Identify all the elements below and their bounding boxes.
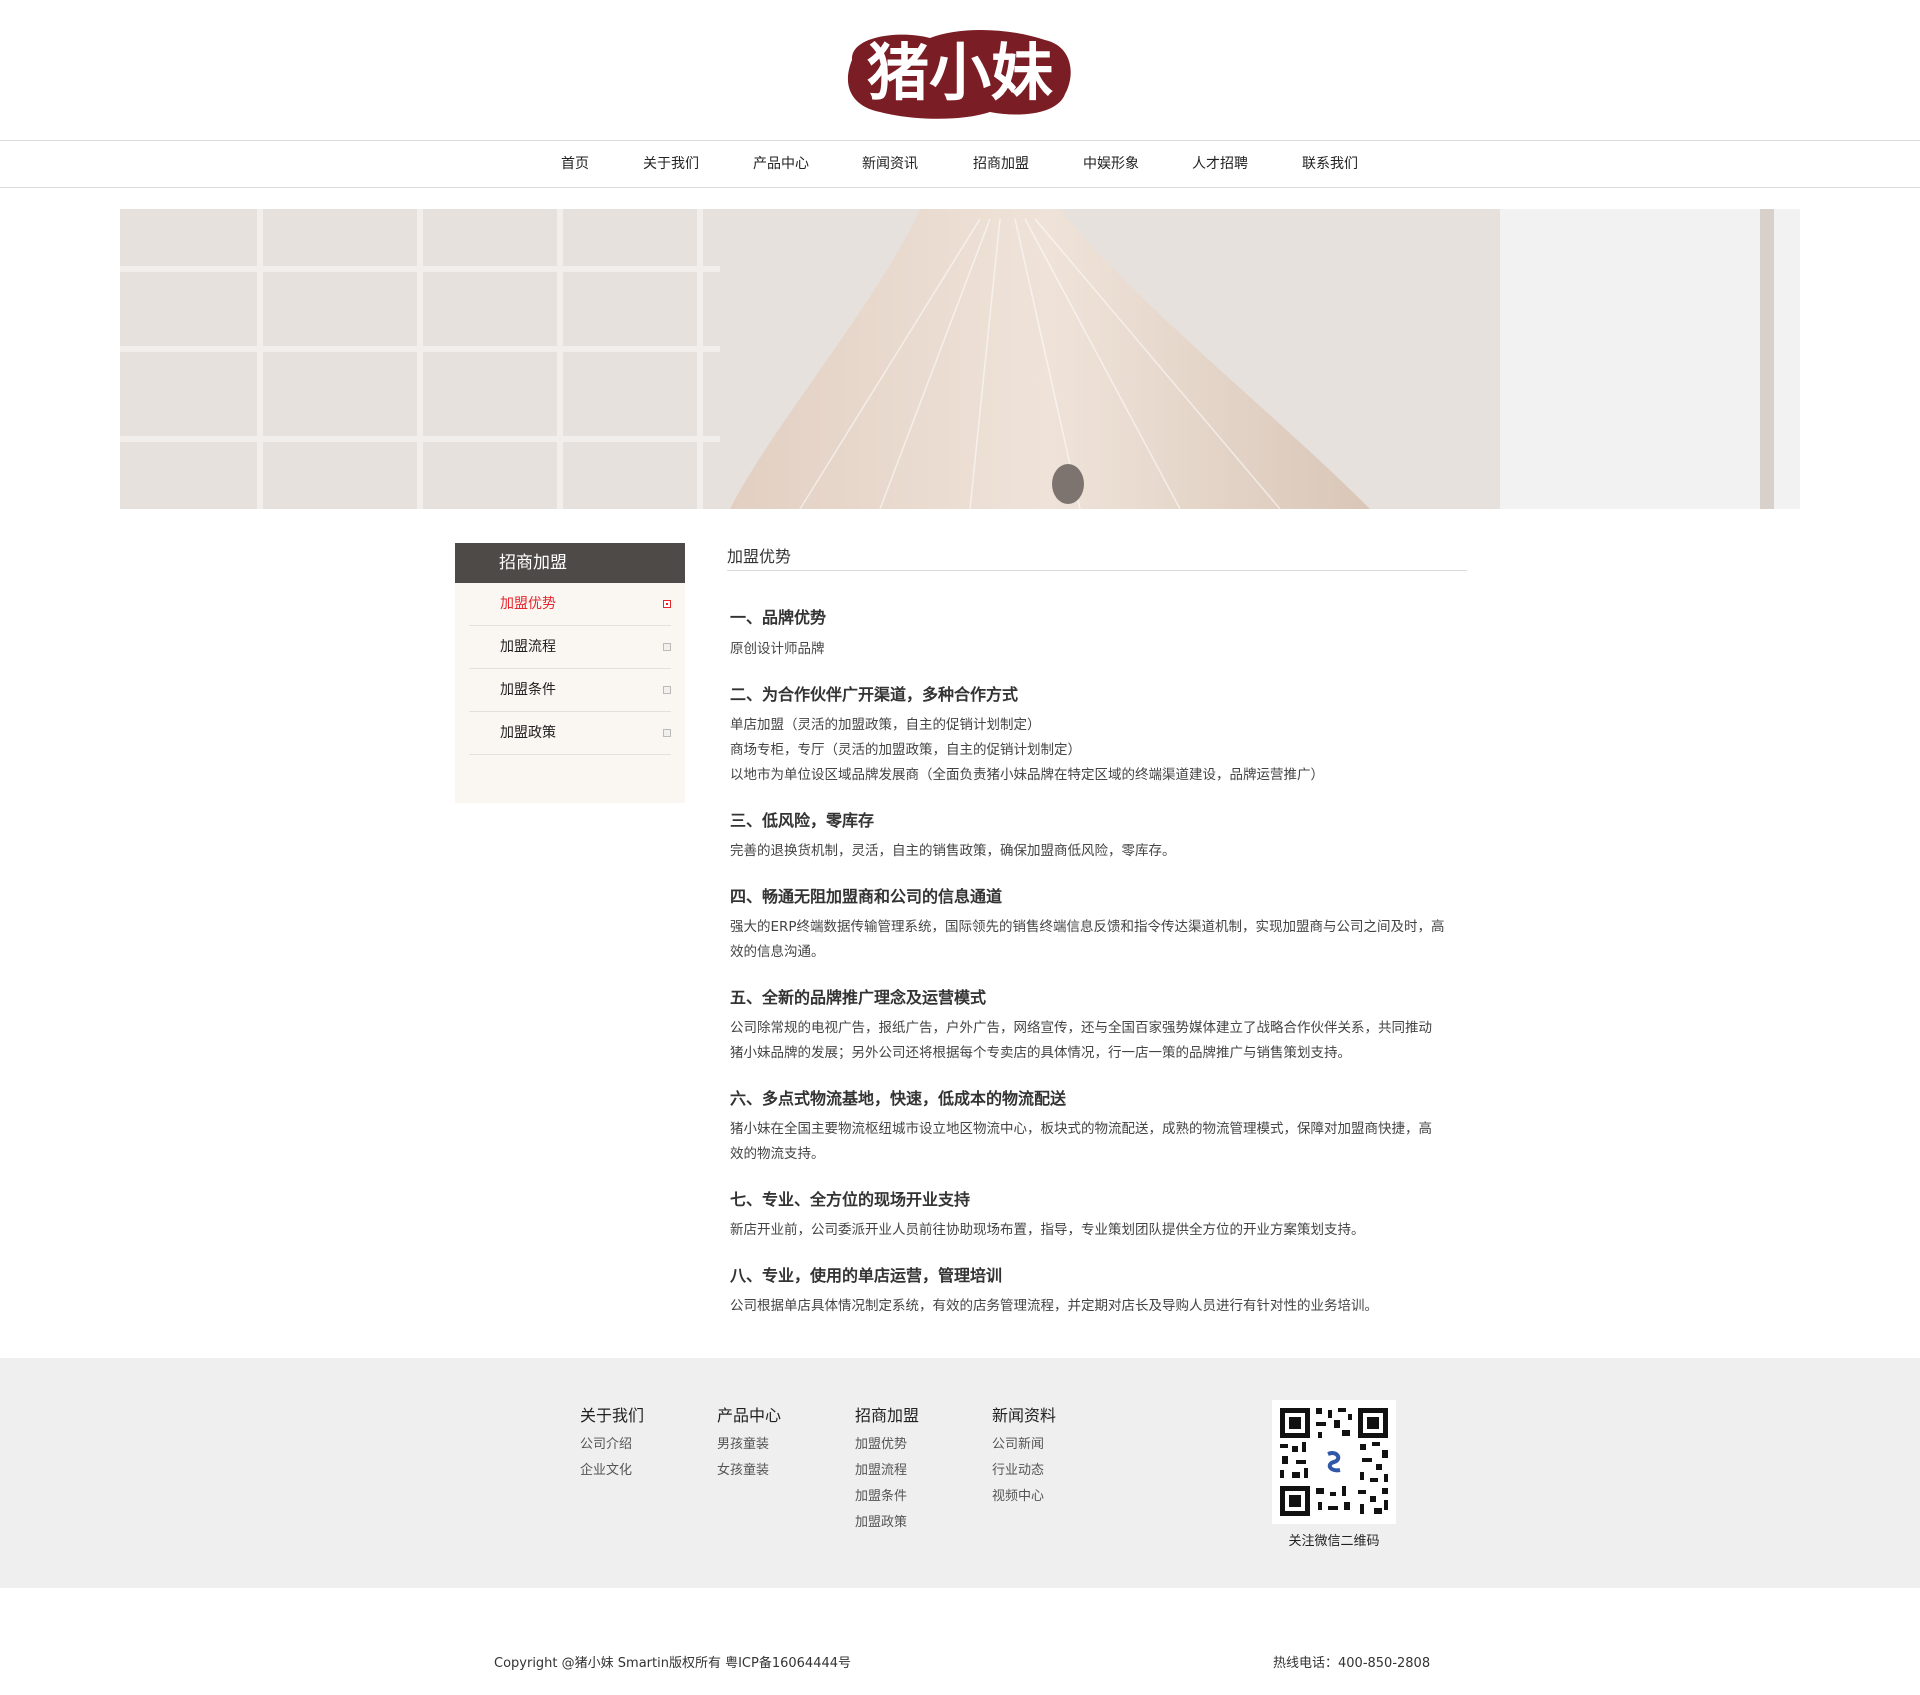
copyright-text: Copyright @猪小妹 Smartin版权所有 粤ICP备16064444… [494,1656,852,1671]
sidebar-item-conditions[interactable]: 加盟条件 [469,669,671,712]
footer-column-franchise: 招商加盟 加盟优势 加盟流程 加盟条件 加盟政策 [855,1402,919,1536]
footer-link[interactable]: 公司新闻 [992,1432,1056,1458]
sidebar: 招商加盟 加盟优势 加盟流程 加盟条件 加盟政策 [455,543,685,803]
footer-column-about: 关于我们 公司介绍 企业文化 [580,1402,644,1484]
section-heading: 六、多点式物流基地，快速，低成本的物流配送 [730,1089,1067,1108]
hero-banner-image [120,209,1800,509]
footer-link[interactable]: 行业动态 [992,1458,1056,1484]
footer-column-news: 新闻资料 公司新闻 行业动态 视频中心 [992,1402,1056,1510]
footer-column-title: 新闻资料 [992,1406,1057,1425]
section-text: 强大的ERP终端数据传输管理系统，国际领先的销售终端信息反馈和指令传达渠道机制，… [730,919,1445,935]
section-text: 商场专柜，专厅（灵活的加盟政策，自主的促销计划制定） [730,742,1081,758]
section-heading: 二、为合作伙伴广开渠道，多种合作方式 [730,685,1019,704]
section-text: 公司根据单店具体情况制定系统，有效的店务管理流程，并定期对店长及导购人员进行有针… [730,1298,1378,1314]
footer-column-title: 关于我们 [580,1406,645,1425]
section-text: 以地市为单位设区域品牌发展商（全面负责猪小妹品牌在特定区域的终端渠道建设，品牌运… [730,767,1324,783]
square-bullet-icon [663,729,671,737]
section-text: 完善的退换货机制，灵活，自主的销售政策，确保加盟商低风险，零库存。 [730,843,1176,859]
sidebar-list: 加盟优势 加盟流程 加盟条件 加盟政策 [455,583,685,755]
sidebar-item-advantages[interactable]: 加盟优势 [469,583,671,626]
qr-code-label: 关注微信二维码 [1288,1534,1380,1549]
main-nav: 首页 关于我们 产品中心 新闻资讯 招商加盟 中娱形象 人才招聘 联系我们 [0,140,1920,188]
nav-item-news[interactable]: 新闻资讯 [855,141,925,187]
sidebar-title: 招商加盟 [455,543,685,583]
svg-text:猪小妹: 猪小妹 [867,36,1053,109]
footer-link[interactable]: 加盟条件 [855,1484,919,1510]
sidebar-item-process[interactable]: 加盟流程 [469,626,671,669]
section-text: 新店开业前，公司委派开业人员前往协助现场布置，指导，专业策划团队提供全方位的开业… [730,1222,1365,1238]
nav-item-home[interactable]: 首页 [550,141,600,187]
sidebar-item-policies[interactable]: 加盟政策 [469,712,671,755]
square-bullet-icon [663,686,671,694]
main-content: 加盟优势 一、品牌优势 原创设计师品牌 二、为合作伙伴广开渠道，多种合作方式 单… [727,543,1467,1314]
site-footer: 关于我们 公司介绍 企业文化 产品中心 男孩童装 女孩童装 招商加盟 加盟优势 … [0,1358,1920,1588]
footer-column-title: 招商加盟 [855,1406,920,1425]
brand-logo[interactable]: 猪小妹 [840,22,1080,122]
footer-column-products: 产品中心 男孩童装 女孩童装 [717,1402,781,1484]
hotline-text: 热线电话：400-850-2808 [1273,1656,1431,1671]
sidebar-item-label: 加盟优势 [500,596,556,612]
nav-item-image[interactable]: 中娱形象 [1076,141,1146,187]
footer-link[interactable]: 加盟政策 [855,1510,919,1536]
section-text: 猪小妹品牌的发展；另外公司还将根据每个专卖店的具体情况，行一店一策的品牌推广与销… [730,1045,1351,1061]
footer-link[interactable]: 加盟流程 [855,1458,919,1484]
sidebar-item-label: 加盟流程 [500,639,556,655]
copyright-bar: Copyright @猪小妹 Smartin版权所有 粤ICP备16064444… [0,1588,1920,1695]
footer-link[interactable]: 加盟优势 [855,1432,919,1458]
nav-item-about[interactable]: 关于我们 [636,141,706,187]
section-text: 猪小妹在全国主要物流枢纽城市设立地区物流中心，板块式的物流配送，成熟的物流管理模… [730,1121,1432,1137]
section-text: 公司除常规的电视广告，报纸广告，户外广告，网络宣传，还与全国百家强势媒体建立了战… [730,1020,1432,1036]
site-header: 猪小妹 [0,0,1920,140]
section-heading: 四、畅通无阻加盟商和公司的信息通道 [730,887,1003,906]
footer-link[interactable]: 公司介绍 [580,1432,644,1458]
page-title: 加盟优势 [727,543,1467,571]
footer-link[interactable]: 男孩童装 [717,1432,781,1458]
nav-item-contact[interactable]: 联系我们 [1295,141,1365,187]
section-text: 单店加盟（灵活的加盟政策，自主的促销计划制定） [730,717,1041,733]
section-heading: 一、品牌优势 [730,608,827,627]
nav-item-franchise[interactable]: 招商加盟 [966,141,1036,187]
section-text: 原创设计师品牌 [730,641,825,657]
footer-link[interactable]: 企业文化 [580,1458,644,1484]
section-heading: 七、专业、全方位的现场开业支持 [730,1190,971,1209]
section-heading: 五、全新的品牌推广理念及运营模式 [730,988,987,1007]
nav-item-products[interactable]: 产品中心 [746,141,816,187]
nav-item-careers[interactable]: 人才招聘 [1185,141,1255,187]
square-bullet-icon [663,643,671,651]
section-text: 效的物流支持。 [730,1146,825,1162]
sidebar-item-label: 加盟条件 [500,682,556,698]
wechat-qr-code [1272,1400,1396,1524]
sidebar-item-label: 加盟政策 [500,725,556,741]
square-bullet-icon [663,600,671,608]
footer-column-title: 产品中心 [717,1406,782,1425]
section-heading: 八、专业，使用的单店运营，管理培训 [730,1266,1003,1285]
section-heading: 三、低风险，零库存 [730,811,875,830]
footer-link[interactable]: 视频中心 [992,1484,1056,1510]
section-text: 效的信息沟通。 [730,944,825,960]
footer-link[interactable]: 女孩童装 [717,1458,781,1484]
